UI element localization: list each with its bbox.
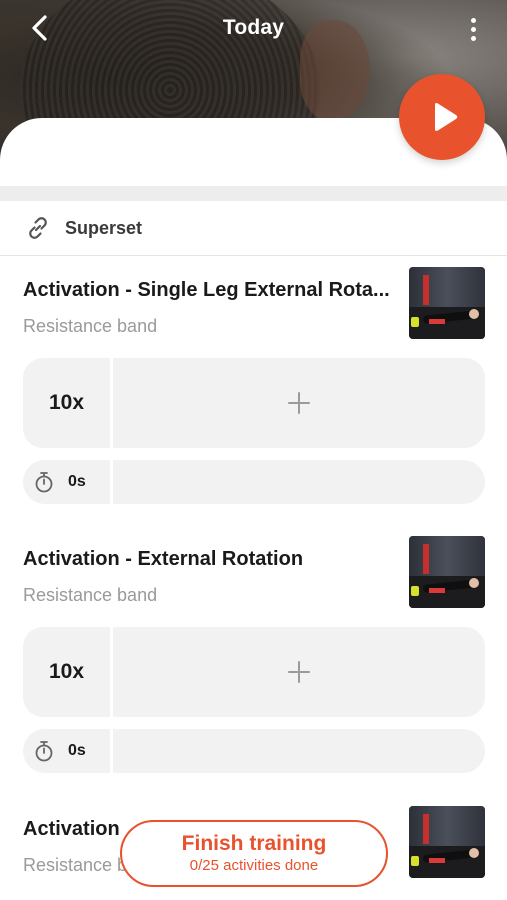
reps-value[interactable]: 10x (23, 358, 113, 448)
exercise-thumbnail[interactable] (409, 536, 485, 608)
finish-training-button[interactable]: Finish training 0/25 activities done (120, 820, 388, 887)
exercise-title: Activation - External Rotation (23, 548, 304, 570)
stopwatch-icon (35, 741, 53, 762)
exercise-title: Activation - Single Leg External Rota... (23, 279, 390, 301)
exercise-equipment: Resistance b (23, 855, 128, 875)
link-icon (29, 217, 47, 239)
activities-progress: 0/25 activities done (189, 856, 319, 874)
more-options-button[interactable] (461, 14, 485, 44)
rest-row: 0s (23, 729, 485, 773)
exercise-thumbnail[interactable] (409, 806, 485, 878)
exercise-equipment: Resistance band (23, 585, 158, 605)
rest-value: 0s (68, 742, 86, 759)
rest-timer-button[interactable]: 0s (23, 460, 113, 504)
play-icon (434, 103, 457, 131)
rest-row: 0s (23, 460, 485, 504)
superset-label: Superset (65, 217, 143, 238)
plus-icon (288, 661, 310, 683)
add-set-button[interactable] (113, 627, 485, 717)
finish-training-label: Finish training (181, 831, 327, 855)
set-row: 10x (23, 627, 485, 717)
set-row: 10x (23, 358, 485, 448)
rest-value: 0s (68, 473, 86, 490)
exercise-thumbnail[interactable] (409, 267, 485, 339)
superset-header: Superset (0, 201, 507, 256)
add-set-button[interactable] (113, 358, 485, 448)
stopwatch-icon (35, 472, 53, 493)
section-divider (0, 186, 507, 201)
start-workout-button[interactable] (399, 74, 485, 160)
exercise-equipment: Resistance band (23, 316, 158, 336)
more-vertical-icon (470, 17, 476, 23)
page-title: Today (222, 16, 285, 39)
rest-timer-button[interactable]: 0s (23, 729, 113, 773)
plus-icon (288, 392, 310, 414)
reps-value[interactable]: 10x (23, 627, 113, 717)
